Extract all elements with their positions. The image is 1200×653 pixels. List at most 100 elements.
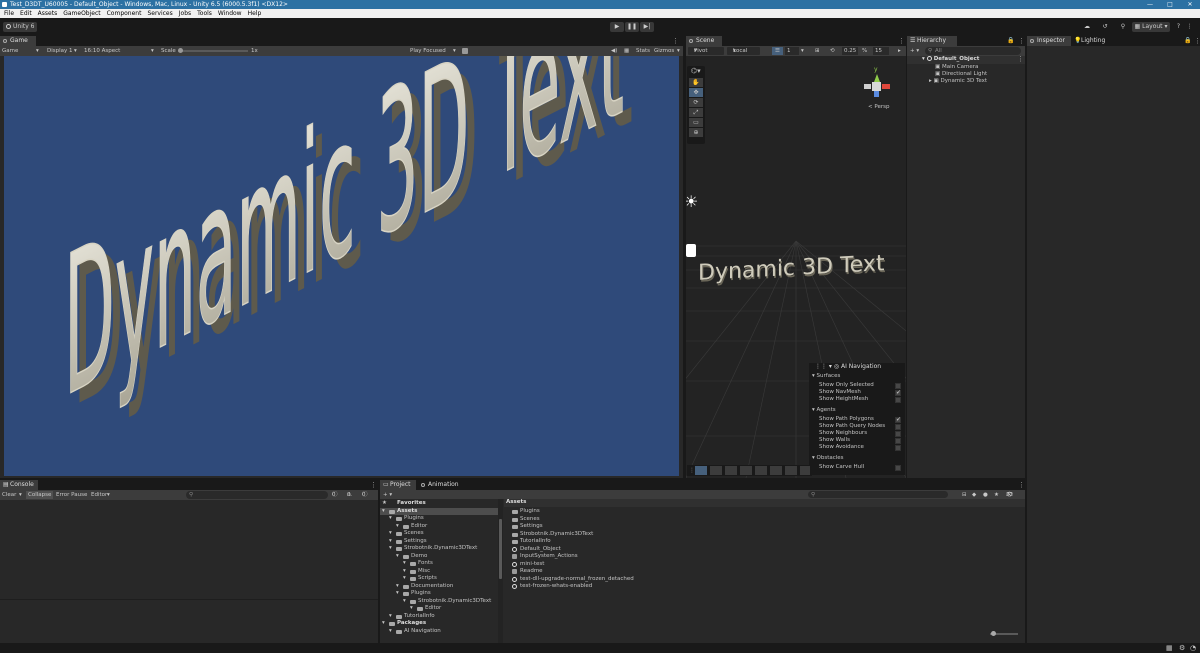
gizmo-z-cone-icon[interactable] [874, 91, 879, 97]
scene-viewport[interactable]: Dynamic 3D Text ☀ y < Persp ⌬▾ ✋ ✥ ⟳ ⤢ ▭… [686, 56, 906, 478]
tree-expand-icon[interactable]: ▾ [403, 575, 406, 582]
hierarchy-item-main-camera[interactable]: ▣ Main Camera [935, 64, 978, 71]
grid-value-field[interactable]: 15 [873, 47, 889, 55]
camera-gizmo-icon[interactable] [686, 244, 696, 257]
file-list-item[interactable]: test-frozen-whats-enabled [504, 583, 804, 591]
ai-nav-header[interactable]: ⋮⋮ ▾ ◎ AI Navigation [815, 363, 881, 370]
snap-icon[interactable]: ⊞ [815, 46, 820, 56]
history-button[interactable]: ↺ [1099, 22, 1111, 32]
display-dropdown[interactable]: Display 1 [47, 46, 73, 56]
mute-audio-icon[interactable] [462, 48, 468, 54]
file-list-item[interactable]: Plugins [504, 508, 804, 516]
nav-tool-6-icon[interactable] [770, 466, 782, 475]
tree-item[interactable]: ▾ TutorialInfo [380, 613, 498, 621]
tree-item[interactable]: ▾ Strobotnik.Dynamic3DText [380, 598, 498, 606]
menu-edit[interactable]: Edit [20, 9, 32, 18]
minimize-icon[interactable]: — [1140, 0, 1160, 9]
menu-file[interactable]: File [4, 9, 14, 18]
project-menu-icon[interactable]: ⋮ [1018, 481, 1025, 489]
game-panel-menu-icon[interactable]: ⋮ [672, 37, 679, 45]
editor-dropdown[interactable]: Editor [91, 490, 107, 500]
local-dropdown[interactable]: Local ▾ [727, 47, 760, 55]
obstacles-section-header[interactable]: ▾ Obstacles [812, 455, 844, 462]
tab-project[interactable]: ▭ Project [380, 480, 416, 490]
view-options-icon[interactable]: ⌬▾ [691, 67, 701, 75]
nav-tool-4-icon[interactable] [740, 466, 752, 475]
rect-tool-icon[interactable]: ▭ [689, 118, 703, 127]
tree-expand-icon[interactable]: ▾ [389, 628, 392, 635]
maximize-icon[interactable]: □ [1160, 0, 1180, 9]
account-button[interactable]: Unity 6 [3, 22, 37, 32]
menu-gameobject[interactable]: GameObject [63, 9, 100, 18]
hierarchy-search-input[interactable]: All [925, 47, 1021, 55]
tree-item[interactable]: ▾ Plugins [380, 515, 498, 523]
grid-toggle-icon[interactable]: ☰ [772, 47, 783, 55]
scene-panel-menu-icon[interactable]: ⋮ [898, 37, 905, 45]
scale-slider-handle[interactable] [178, 48, 183, 53]
nav-tool-5-icon[interactable] [755, 466, 767, 475]
file-list-item[interactable]: mini-test [504, 561, 804, 569]
toolbar-menu-button[interactable]: ⋮ [1185, 22, 1194, 32]
tree-expand-icon[interactable]: ▾ [389, 613, 392, 620]
tree-expand-icon[interactable]: ▾ [396, 553, 399, 560]
agents-section-header[interactable]: ▾ Agents [812, 407, 836, 414]
pivot-dropdown[interactable]: Pivot ▾ [688, 47, 724, 55]
status-network-icon[interactable]: ▦ [1166, 644, 1173, 652]
status-progress-icon[interactable]: ◔ [1190, 644, 1196, 652]
snap-value-field[interactable]: 0.25 [842, 47, 858, 55]
hierarchy-item-dynamic-3d-text[interactable]: ▸ ▣ Dynamic 3D Text [929, 78, 987, 85]
console-search-input[interactable] [186, 491, 328, 499]
menu-jobs[interactable]: Jobs [179, 9, 191, 18]
show-path-query-nodes-checkbox[interactable] [895, 424, 901, 430]
tree-item[interactable]: ▾ Misc [380, 568, 498, 576]
transform-tool-icon[interactable]: ⊕ [689, 128, 703, 137]
clear-chevron-icon[interactable]: ▾ [19, 490, 22, 500]
nav-tool-7-icon[interactable] [785, 466, 797, 475]
file-list-item[interactable]: Strobotnik.Dynamic3DText [504, 531, 804, 539]
file-list-item[interactable]: Readme [504, 568, 804, 576]
orientation-gizmo[interactable]: y [861, 66, 891, 98]
grid-size-field[interactable]: 1 [785, 47, 799, 55]
nav-tool-8-icon[interactable] [800, 466, 810, 475]
tree-item[interactable]: ▾ Editor [380, 605, 498, 613]
tree-item[interactable]: ▾ Strobotnik.Dynamic3DText [380, 545, 498, 553]
file-list-item[interactable]: TutorialInfo [504, 538, 804, 546]
stats-button[interactable]: Stats [636, 46, 650, 56]
tree-expand-icon[interactable]: ▾ [382, 508, 385, 515]
tree-item[interactable]: ▾ Scenes [380, 530, 498, 538]
tree-item[interactable]: ▾ Demo [380, 553, 498, 561]
step-button[interactable]: ▶| [640, 22, 654, 32]
aspect-dropdown[interactable]: 16:10 Aspect [84, 46, 120, 56]
tree-expand-icon[interactable]: ▾ [396, 590, 399, 597]
tree-item[interactable]: ▾ Assets [380, 507, 498, 515]
tree-expand-icon[interactable]: ▾ [396, 523, 399, 530]
play-focused-dropdown[interactable]: Play Focused [410, 46, 446, 56]
increment-snap-icon[interactable]: % [862, 46, 867, 56]
file-list-item[interactable]: Scenes [504, 516, 804, 524]
hierarchy-add-icon[interactable]: + ▾ [910, 46, 919, 56]
menu-services[interactable]: Services [147, 9, 172, 18]
hierarchy-row-root[interactable]: ▾ Default_Object ⋮ [907, 55, 1025, 64]
rotate-snap-icon[interactable]: ⟲ [830, 46, 835, 56]
tree-item[interactable]: ▾ Settings [380, 538, 498, 546]
nav-tool-3-icon[interactable] [725, 466, 737, 475]
hierarchy-item-directional-light[interactable]: ▣ Directional Light [935, 71, 987, 78]
hand-tool-icon[interactable]: ✋ [689, 78, 703, 87]
hierarchy-menu-icon[interactable]: ⋮ [1018, 37, 1025, 45]
menu-help[interactable]: Help [248, 9, 262, 18]
nav-tool-2-icon[interactable] [710, 466, 722, 475]
hierarchy-lock-icon[interactable]: 🔒 [1007, 37, 1014, 44]
tab-inspector[interactable]: Inspector [1027, 36, 1071, 46]
speaker-icon[interactable]: ◀) [611, 46, 617, 56]
tree-scrollbar-thumb[interactable] [499, 519, 502, 579]
persp-label[interactable]: < Persp [868, 104, 889, 110]
tree-item[interactable]: ▾ Fonts [380, 560, 498, 568]
file-list-item[interactable]: test-dll-upgrade-normal_frozen_detached [504, 576, 804, 584]
tree-item[interactable]: ▾ AI Navigation [380, 628, 498, 636]
collapse-button[interactable]: Collapse [26, 491, 54, 499]
tab-scene[interactable]: Scene [686, 36, 722, 46]
tree-expand-icon[interactable]: ▾ [389, 545, 392, 552]
tree-expand-icon[interactable]: ▾ [389, 538, 392, 545]
tree-item[interactable]: ▾ Scripts [380, 575, 498, 583]
tree-expand-icon[interactable]: ▾ [382, 620, 385, 627]
